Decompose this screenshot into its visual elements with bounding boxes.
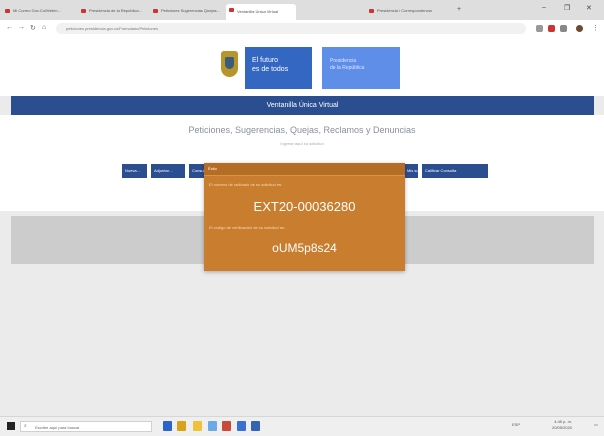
home-icon[interactable]: ⌂	[42, 24, 46, 31]
favicon-icon	[369, 9, 374, 13]
search-icon: ⌕	[24, 423, 27, 429]
logo2-line-2: de la República	[330, 65, 365, 71]
modal-title: Éxito	[208, 166, 217, 171]
action-button-6[interactable]: Mis solicitudes…	[404, 164, 418, 178]
page-subtitle: Ingrese aquí su solicitud	[280, 141, 324, 146]
browser-tab-5[interactable]: Presidencia / Correspondencia	[366, 5, 446, 17]
maximize-icon[interactable]: ❐	[564, 4, 570, 12]
word-icon[interactable]	[237, 421, 246, 431]
file-explorer-icon[interactable]	[193, 421, 202, 431]
modal-header: Éxito	[204, 163, 405, 176]
tray-clock[interactable]: 4:45 p. m. 20/05/2020	[552, 419, 572, 431]
task-view-icon[interactable]	[163, 421, 172, 431]
logo-line-2: es de todos	[252, 66, 289, 73]
logo-block-primary: El futuro es de todos	[245, 47, 312, 89]
notifications-icon[interactable]: ▭	[594, 422, 598, 427]
browser-tab-active[interactable]: Ventanilla Única Virtual	[226, 4, 296, 20]
action-button-2[interactable]: Adjuntar…	[151, 164, 185, 178]
browser-tab-strip: Mi Correo Gov.Co/Webm… Presidencia de la…	[0, 0, 604, 20]
profile-avatar[interactable]	[576, 25, 583, 32]
tab-label: Presidencia de la República…	[89, 8, 143, 13]
extension-icon[interactable]	[560, 25, 567, 32]
logo-line-1: El futuro	[252, 57, 279, 64]
coat-of-arms-icon	[221, 51, 238, 77]
logo-block-secondary: Presidencia de la República	[322, 47, 400, 89]
url-input[interactable]: peticiones.presidencia.gov.co/Formulario…	[56, 23, 526, 34]
address-bar-row: ← → ↻ ⌂ peticiones.presidencia.gov.co/Fo…	[0, 20, 604, 39]
tab-label: Peticiones Sugerencias Quejas…	[161, 8, 221, 13]
radicado-label: El número de radicado de su solicitud es…	[209, 182, 283, 187]
store-icon[interactable]	[208, 421, 217, 431]
page-title: Peticiones, Sugerencias, Quejas, Reclamo…	[188, 125, 416, 135]
browser-tab-3[interactable]: Peticiones Sugerencias Quejas…	[150, 5, 224, 17]
browser-tab-2[interactable]: Presidencia de la República…	[78, 5, 146, 17]
action-button-1[interactable]: Nueva…	[122, 164, 147, 178]
forward-arrow-icon[interactable]: →	[18, 24, 25, 31]
favicon-icon	[153, 9, 158, 13]
tab-label: Ventanilla Única Virtual	[237, 9, 279, 14]
tab-label: Mi Correo Gov.Co/Webm…	[13, 8, 62, 13]
browser-tab-1[interactable]: Mi Correo Gov.Co/Webm…	[2, 5, 76, 17]
calificar-consulta-button[interactable]: Calificar Consulta	[422, 164, 488, 178]
app-icon[interactable]	[222, 421, 231, 431]
close-icon[interactable]: ✕	[586, 4, 592, 12]
logo2-line-1: Presidencia	[330, 58, 357, 64]
star-icon[interactable]	[536, 25, 543, 32]
menu-kebab-icon[interactable]: ⋮	[592, 24, 599, 32]
site-header: El futuro es de todos Presidencia de la …	[0, 38, 604, 96]
favicon-icon	[229, 8, 234, 12]
web-page: El futuro es de todos Presidencia de la …	[0, 38, 604, 416]
radicado-value: EXT20-00036280	[253, 199, 356, 214]
favicon-icon	[81, 9, 86, 13]
taskbar-search-input[interactable]: Escribe aquí para buscar	[20, 421, 152, 432]
back-arrow-icon[interactable]: ←	[6, 24, 13, 31]
codigo-value: oUM5p8s24	[272, 241, 337, 255]
success-modal: Éxito El número de radicado de su solici…	[204, 163, 405, 271]
chrome-icon[interactable]	[177, 421, 186, 431]
tray-date: 20/05/2020	[552, 425, 573, 430]
minimize-icon[interactable]: –	[542, 4, 546, 11]
codigo-label: El código de verificación de su solicitu…	[209, 225, 286, 230]
tray-time: 4:45 p. m.	[554, 419, 573, 424]
windows-start-icon[interactable]	[7, 422, 15, 430]
tray-language[interactable]: ESP	[512, 422, 520, 427]
site-logo[interactable]: El futuro es de todos Presidencia de la …	[209, 43, 400, 89]
nav-bar-title: Ventanilla Única Virtual	[11, 96, 594, 115]
tab-label: Presidencia / Correspondencia	[377, 8, 432, 13]
reload-icon[interactable]: ↻	[30, 24, 36, 32]
extension-icon[interactable]	[548, 25, 555, 32]
os-taskbar: Escribe aquí para buscar ⌕ ESP 4:45 p. m…	[0, 416, 604, 436]
favicon-icon	[5, 9, 10, 13]
new-tab-button[interactable]: +	[457, 6, 461, 13]
outlook-icon[interactable]	[251, 421, 260, 431]
